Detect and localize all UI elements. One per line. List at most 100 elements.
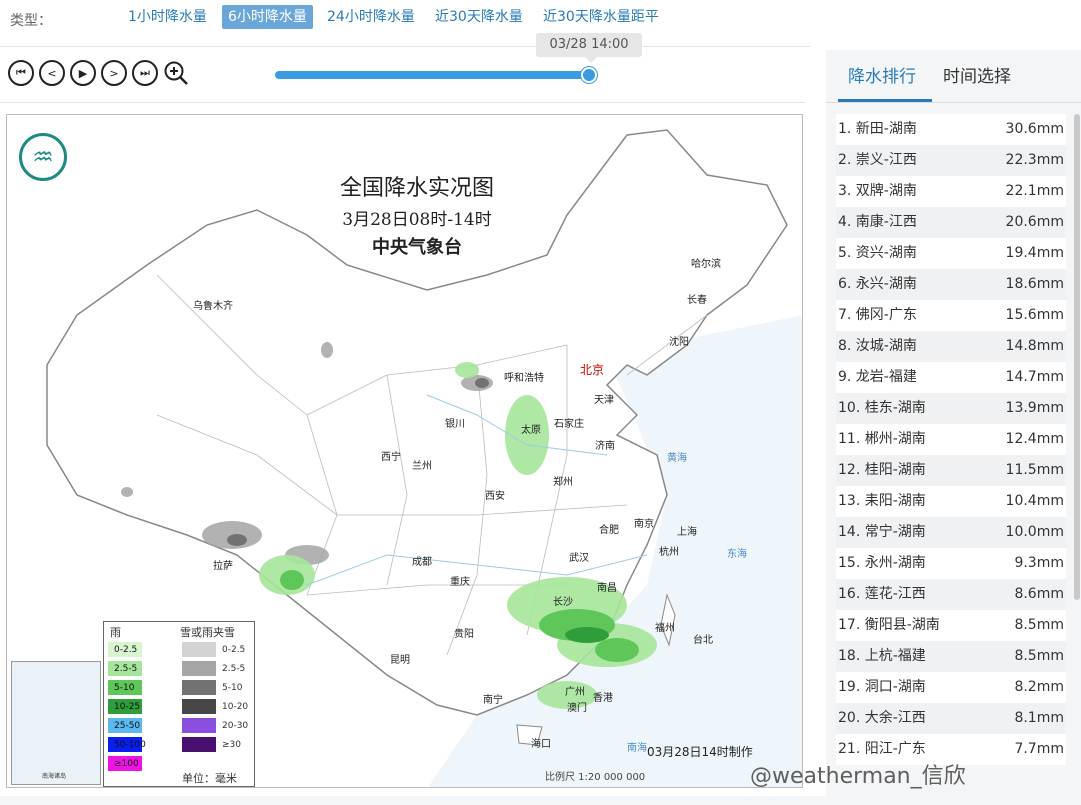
ranking-row[interactable]: 19. 洞口-湖南 8.2mm	[836, 672, 1066, 703]
ranking-row[interactable]: 8. 汝城-湖南 14.8mm	[836, 331, 1066, 362]
tab-30d-anomaly[interactable]: 近30天降水量距平	[537, 5, 665, 29]
city-label: 香港	[593, 693, 613, 704]
legend-label: 0-2.5	[114, 645, 138, 655]
ranking-value: 22.1mm	[1005, 183, 1064, 199]
first-frame-icon[interactable]: ⏮	[8, 60, 34, 86]
ranking-row[interactable]: 2. 崇义-江西 22.3mm	[836, 145, 1066, 176]
next-icon[interactable]: >	[101, 60, 127, 86]
ranking-scrollbar[interactable]	[1074, 114, 1080, 600]
tab-6h-precip[interactable]: 6小时降水量	[222, 5, 313, 29]
ranking-row[interactable]: 17. 衡阳县-湖南 8.5mm	[836, 610, 1066, 641]
prev-icon[interactable]: <	[39, 60, 65, 86]
ranking-value: 11.5mm	[1005, 462, 1064, 478]
legend-swatch	[182, 661, 216, 676]
ranking-value: 19.4mm	[1005, 245, 1064, 261]
ranking-station: 14. 常宁-湖南	[838, 524, 926, 540]
ranking-station: 18. 上杭-福建	[838, 648, 926, 664]
sea-label: 黄海	[667, 453, 687, 464]
play-icon[interactable]: ▶	[70, 60, 96, 86]
ranking-value: 14.7mm	[1005, 369, 1064, 385]
city-label: 台北	[693, 635, 713, 646]
ranking-row[interactable]: 11. 郴州-湖南 12.4mm	[836, 424, 1066, 455]
legend-label: 2.5-5	[114, 664, 138, 674]
city-label: 南昌	[597, 583, 617, 594]
tab-30d-precip[interactable]: 近30天降水量	[429, 5, 529, 29]
ranking-station: 11. 郴州-湖南	[838, 431, 926, 447]
ranking-station: 20. 大余-江西	[838, 710, 926, 726]
ranking-row[interactable]: 12. 桂阳-湖南 11.5mm	[836, 455, 1066, 486]
made-time: 03月28日14时制作	[647, 745, 753, 759]
ranking-station: 10. 桂东-湖南	[838, 400, 926, 416]
legend-label: 10-25	[114, 702, 141, 712]
ranking-value: 8.6mm	[1014, 586, 1064, 602]
ranking-row[interactable]: 3. 双牌-湖南 22.1mm	[836, 176, 1066, 207]
legend-swatch	[182, 642, 216, 657]
legend-label: 5-10	[114, 683, 135, 693]
map-title: 全国降水实况图	[339, 176, 494, 201]
city-label: 西安	[485, 491, 505, 502]
city-label: 广州	[565, 687, 585, 698]
city-label: 南京	[634, 519, 654, 530]
south-sea-inset: 南海诸岛	[11, 661, 101, 785]
active-tab-indicator	[838, 99, 932, 102]
map-org: 中央气象台	[372, 237, 462, 258]
ranking-row[interactable]: 13. 耒阳-湖南 10.4mm	[836, 486, 1066, 517]
ranking-row[interactable]: 5. 资兴-湖南 19.4mm	[836, 238, 1066, 269]
legend-label: 2.5-5	[222, 664, 246, 674]
ranking-row[interactable]: 9. 龙岩-福建 14.7mm	[836, 362, 1066, 393]
last-frame-icon[interactable]: ⏭	[132, 60, 158, 86]
precipitation-map[interactable]: ♒ 全国降水实况图 3月28日08时-14时 中央气象台 乌鲁木齐 哈尔滨 长春…	[6, 114, 803, 788]
cma-logo-icon: ♒	[19, 133, 67, 181]
legend-rain-title: 雨	[110, 626, 121, 639]
ranking-station: 6. 永兴-湖南	[838, 276, 917, 292]
legend-label: 50-100	[114, 740, 146, 750]
time-slider-track[interactable]	[275, 71, 590, 79]
ranking-row[interactable]: 20. 大余-江西 8.1mm	[836, 703, 1066, 734]
legend-label: 5-10	[222, 683, 243, 693]
map-legend: 雨 雪或雨夹雪 0-2.5 2.5-5 5-10 10-25 25-50 50-100 ≥1…	[103, 621, 255, 787]
tab-time-select[interactable]: 时间选择	[943, 62, 1011, 87]
ranking-row[interactable]: 6. 永兴-湖南 18.6mm	[836, 269, 1066, 300]
ranking-row[interactable]: 1. 新田-湖南 30.6mm	[836, 114, 1066, 145]
ranking-station: 15. 永州-湖南	[838, 555, 926, 571]
ranking-value: 18.6mm	[1005, 276, 1064, 292]
legend-label: 10-20	[222, 702, 249, 712]
city-label: 福州	[655, 623, 675, 634]
ranking-value: 22.3mm	[1005, 152, 1064, 168]
legend-unit: 单位：毫米	[182, 772, 237, 785]
ranking-value: 7.7mm	[1014, 741, 1064, 757]
time-slider-handle[interactable]	[581, 67, 597, 83]
zoom-in-icon[interactable]	[163, 60, 189, 86]
ranking-row[interactable]: 4. 南康-江西 20.6mm	[836, 207, 1066, 238]
city-label: 拉萨	[213, 561, 233, 572]
ranking-row[interactable]: 15. 永州-湖南 9.3mm	[836, 548, 1066, 579]
divider	[0, 46, 810, 47]
city-label: 乌鲁木齐	[193, 301, 233, 312]
ranking-row[interactable]: 14. 常宁-湖南 10.0mm	[836, 517, 1066, 548]
ranking-row[interactable]: 18. 上杭-福建 8.5mm	[836, 641, 1066, 672]
divider	[0, 102, 805, 103]
city-label: 哈尔滨	[691, 259, 721, 270]
right-panel-tabs: 降水排行 时间选择	[826, 50, 1081, 103]
city-label: 长春	[687, 295, 707, 306]
ranking-station: 3. 双牌-湖南	[838, 183, 917, 199]
ranking-row[interactable]: 16. 莲花-江西 8.6mm	[836, 579, 1066, 610]
tab-1h-precip[interactable]: 1小时降水量	[122, 5, 213, 29]
ranking-station: 1. 新田-湖南	[838, 121, 917, 137]
city-label: 沈阳	[669, 337, 689, 348]
city-label: 成都	[412, 557, 432, 568]
ranking-row[interactable]: 10. 桂东-湖南 13.9mm	[836, 393, 1066, 424]
ranking-station: 13. 耒阳-湖南	[838, 493, 926, 509]
ranking-value: 8.1mm	[1014, 710, 1064, 726]
tab-precip-ranking[interactable]: 降水排行	[848, 62, 916, 87]
legend-swatch	[182, 737, 216, 752]
city-label: 武汉	[569, 553, 589, 564]
legend-swatch	[182, 718, 216, 733]
ranking-value: 20.6mm	[1005, 214, 1064, 230]
legend-label: 20-30	[222, 721, 249, 731]
ranking-row[interactable]: 7. 佛冈-广东 15.6mm	[836, 300, 1066, 331]
city-label: 长沙	[553, 597, 573, 608]
legend-swatch	[182, 699, 216, 714]
tab-24h-precip[interactable]: 24小时降水量	[321, 5, 421, 29]
legend-snow-title: 雪或雨夹雪	[180, 626, 235, 639]
